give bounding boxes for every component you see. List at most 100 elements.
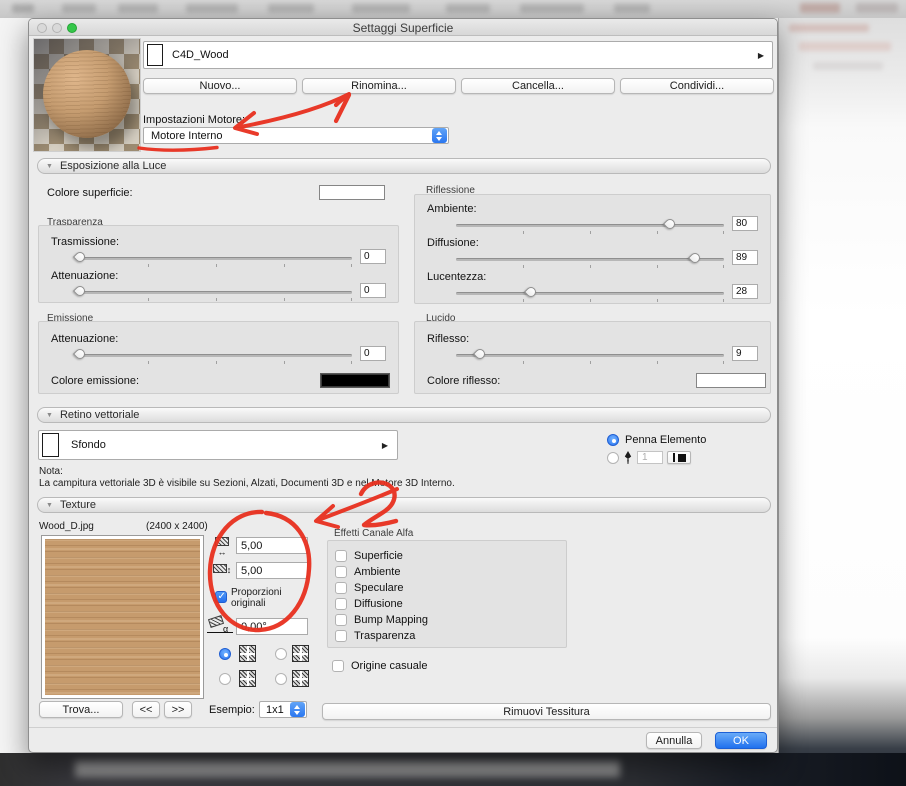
texture-width-input[interactable] bbox=[236, 537, 308, 554]
material-name-dropdown[interactable]: C4D_Wood ▶ bbox=[143, 41, 773, 69]
background-dock-strip bbox=[0, 753, 906, 786]
mirror-none-radio[interactable] bbox=[219, 648, 231, 660]
slider-value-input[interactable] bbox=[732, 216, 758, 231]
next-button[interactable]: >> bbox=[164, 701, 192, 718]
engine-dropdown-value: Motore Interno bbox=[151, 130, 223, 142]
remove-texture-button[interactable]: Rimuovi Tessitura bbox=[322, 703, 771, 720]
random-origin-checkbox[interactable] bbox=[332, 660, 344, 672]
section-vector-hatch-title: Retino vettoriale bbox=[60, 409, 140, 421]
menubar-blur-item bbox=[446, 4, 490, 13]
slider-track[interactable] bbox=[456, 258, 724, 261]
slider-track[interactable] bbox=[456, 354, 724, 357]
stepper-icon[interactable] bbox=[432, 128, 447, 143]
hatch-dropdown-value: Sfondo bbox=[71, 439, 370, 451]
slider-track[interactable] bbox=[80, 291, 352, 294]
slider-thumb[interactable] bbox=[687, 251, 701, 265]
slider-track[interactable] bbox=[80, 354, 352, 357]
slider-thumb[interactable] bbox=[73, 250, 87, 264]
sample-dropdown[interactable]: 1x1 bbox=[259, 701, 307, 718]
menubar-blur-item bbox=[186, 4, 238, 13]
section-exposure[interactable]: ▼ Esposizione alla Luce bbox=[37, 158, 771, 174]
slider-value-input[interactable] bbox=[360, 283, 386, 298]
mirror-x-pattern-icon[interactable] bbox=[292, 645, 309, 662]
surface-settings-dialog: Settaggi Superficie C4D_Wood ▶ Nuovo... … bbox=[28, 18, 778, 753]
dialog-titlebar[interactable]: Settaggi Superficie bbox=[29, 19, 777, 36]
section-vector-hatch[interactable]: ▼ Retino vettoriale bbox=[37, 407, 771, 423]
menubar-blur-item bbox=[62, 4, 96, 13]
element-pen-radio[interactable] bbox=[607, 434, 619, 446]
material-preview bbox=[33, 38, 141, 152]
emission-color-swatch[interactable] bbox=[320, 373, 390, 388]
slider-track[interactable] bbox=[80, 257, 352, 260]
diffuse-checkbox[interactable] bbox=[335, 598, 347, 610]
surface-color-swatch[interactable] bbox=[319, 185, 385, 200]
slider-thumb[interactable] bbox=[73, 347, 87, 361]
slider-row-trasmissione: Trasmissione: bbox=[39, 236, 398, 270]
mirror-y-radio[interactable] bbox=[219, 673, 231, 685]
slider-thumb[interactable] bbox=[473, 347, 487, 361]
reflex-color-swatch[interactable] bbox=[696, 373, 766, 388]
alpha-row: Diffusione bbox=[335, 596, 566, 612]
bump-mapping-checkbox[interactable] bbox=[335, 614, 347, 626]
pen-color-button[interactable] bbox=[667, 451, 691, 464]
new-button[interactable]: Nuovo... bbox=[143, 78, 297, 94]
menubar-blur-item bbox=[352, 4, 410, 13]
ok-button[interactable]: OK bbox=[715, 732, 767, 749]
texture-preview bbox=[41, 535, 204, 699]
specular-checkbox[interactable] bbox=[335, 582, 347, 594]
slider-track[interactable] bbox=[456, 292, 724, 295]
pen-number-input[interactable] bbox=[637, 451, 663, 464]
slider-thumb[interactable] bbox=[73, 284, 87, 298]
texture-dimensions: (2400 x 2400) bbox=[146, 521, 208, 532]
delete-button[interactable]: Cancella... bbox=[461, 78, 615, 94]
surface-checkbox[interactable] bbox=[335, 550, 347, 562]
custom-pen-radio[interactable] bbox=[607, 452, 619, 464]
mirror-y-pattern-icon[interactable] bbox=[239, 670, 256, 687]
slider-value-input[interactable] bbox=[732, 250, 758, 265]
share-button[interactable]: Condividi... bbox=[620, 78, 774, 94]
slider-thumb[interactable] bbox=[663, 217, 677, 231]
transparency-checkbox[interactable] bbox=[335, 630, 347, 642]
slider-row-diffusione: Diffusione: bbox=[415, 237, 770, 271]
ambient-checkbox[interactable] bbox=[335, 566, 347, 578]
disclosure-triangle-icon: ▼ bbox=[46, 502, 53, 509]
pen-color-square-icon bbox=[678, 454, 686, 462]
random-origin-label: Origine casuale bbox=[351, 660, 427, 672]
stepper-icon[interactable] bbox=[290, 702, 305, 717]
mirror-xy-pattern-icon[interactable] bbox=[292, 670, 309, 687]
rename-button[interactable]: Rinomina... bbox=[302, 78, 456, 94]
delete-button-label: Cancella... bbox=[512, 80, 564, 92]
screen: Settaggi Superficie C4D_Wood ▶ Nuovo... … bbox=[0, 0, 906, 786]
cancel-button[interactable]: Annulla bbox=[646, 732, 702, 749]
texture-rotation-input[interactable] bbox=[236, 618, 308, 635]
slider-value-input[interactable] bbox=[360, 249, 386, 264]
original-proportions-checkbox[interactable] bbox=[215, 591, 227, 603]
note-label: Nota: bbox=[39, 466, 63, 477]
slider-value-input[interactable] bbox=[732, 284, 758, 299]
background-blur-item bbox=[799, 42, 891, 51]
element-pen-label: Penna Elemento bbox=[625, 434, 706, 446]
mirror-x-radio[interactable] bbox=[275, 648, 287, 660]
chevron-right-icon: ▶ bbox=[758, 51, 764, 60]
mirror-none-pattern-icon[interactable] bbox=[239, 645, 256, 662]
slider-value-input[interactable] bbox=[360, 346, 386, 361]
note-text: La campitura vettoriale 3D è visibile su… bbox=[39, 478, 455, 489]
engine-dropdown[interactable]: Motore Interno bbox=[143, 127, 449, 144]
ok-button-label: OK bbox=[733, 735, 749, 747]
hatch-swatch bbox=[42, 433, 59, 457]
slider-track[interactable] bbox=[456, 224, 724, 227]
slider-thumb[interactable] bbox=[524, 285, 538, 299]
slider-label: Riflesso: bbox=[427, 333, 469, 345]
previous-button-label: << bbox=[140, 704, 153, 716]
mirror-xy-radio[interactable] bbox=[275, 673, 287, 685]
reflection-panel: Ambiente: Diffusione: Lucentezza: bbox=[414, 194, 771, 304]
texture-filename: Wood_D.jpg bbox=[39, 521, 94, 532]
background-blur-item bbox=[789, 24, 869, 32]
find-button[interactable]: Trova... bbox=[39, 701, 123, 718]
section-texture[interactable]: ▼ Texture bbox=[37, 497, 771, 513]
hatch-dropdown[interactable]: Sfondo ▶ bbox=[38, 430, 398, 460]
emission-color-label: Colore emissione: bbox=[51, 375, 139, 387]
texture-height-input[interactable] bbox=[236, 562, 308, 579]
previous-button[interactable]: << bbox=[132, 701, 160, 718]
slider-value-input[interactable] bbox=[732, 346, 758, 361]
